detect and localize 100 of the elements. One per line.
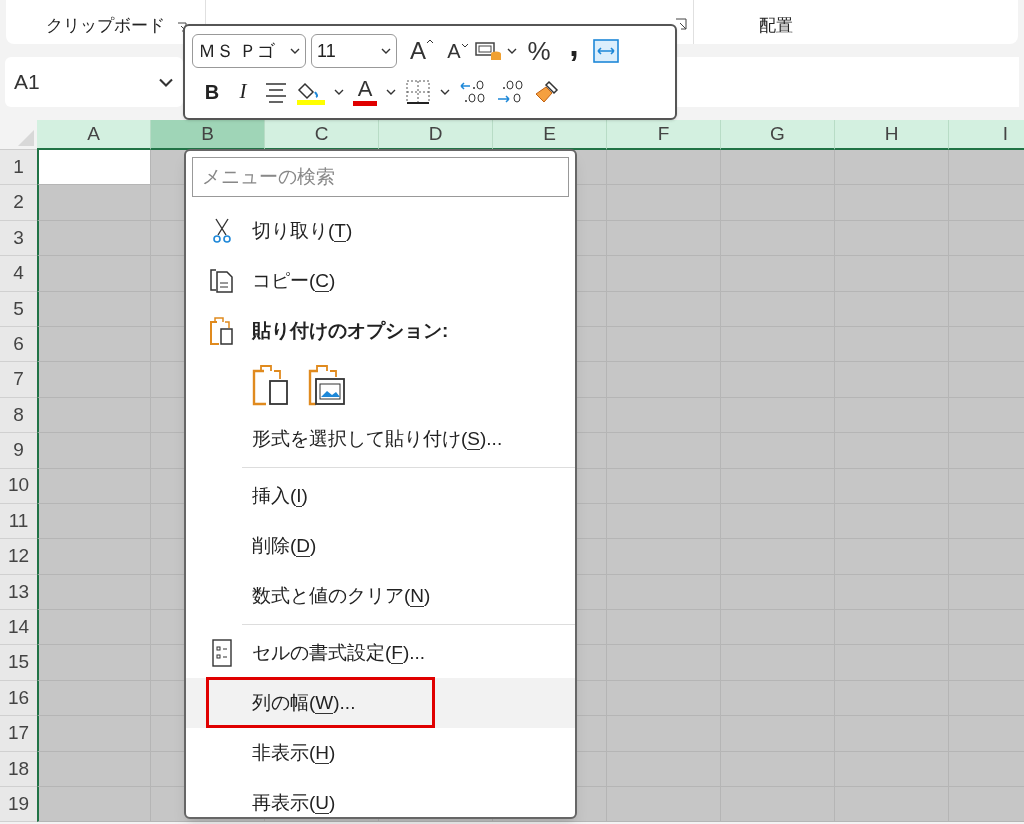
cell[interactable]	[37, 468, 151, 504]
cell[interactable]	[37, 326, 151, 363]
menu-item-label: 挿入(I)	[252, 483, 308, 509]
row-header[interactable]: 2	[0, 185, 37, 221]
row-header[interactable]: 14	[0, 610, 37, 646]
caret-down-icon	[461, 43, 469, 48]
paste-picture-icon[interactable]	[308, 364, 346, 406]
row-header[interactable]: 16	[0, 680, 37, 717]
menu-item-label: 数式と値のクリア(N)	[252, 583, 431, 609]
row-header[interactable]: 11	[0, 503, 37, 540]
cell[interactable]	[37, 574, 151, 611]
cell[interactable]	[37, 256, 151, 292]
row-header[interactable]: 6	[0, 326, 37, 363]
column-header[interactable]: I	[949, 120, 1024, 150]
chevron-icon	[158, 77, 174, 87]
cell[interactable]	[835, 150, 949, 186]
column-header[interactable]: F	[607, 120, 721, 150]
bold-button[interactable]: B	[202, 77, 222, 107]
dialog-launcher-icon[interactable]	[675, 18, 687, 30]
menu-item[interactable]: 切り取り(T)	[186, 206, 575, 256]
cell[interactable]	[37, 645, 151, 681]
cell[interactable]	[37, 787, 151, 823]
menu-item-label: 列の幅(W)...	[252, 690, 356, 716]
select-all-corner[interactable]	[0, 120, 37, 150]
menu-item-label: 非表示(H)	[252, 740, 336, 766]
menu-item[interactable]: 再表示(U)	[186, 778, 575, 824]
row-header[interactable]: 7	[0, 362, 37, 398]
column-header[interactable]: G	[721, 120, 835, 150]
cell[interactable]	[721, 150, 835, 186]
column-header[interactable]: B	[151, 120, 265, 150]
cell[interactable]	[37, 716, 151, 752]
row-header[interactable]: 5	[0, 291, 37, 327]
row-header[interactable]: 17	[0, 716, 37, 752]
decrease-font-button[interactable]: A	[439, 41, 469, 61]
increase-decimal-icon[interactable]	[496, 78, 524, 106]
column-header[interactable]: D	[379, 120, 493, 150]
cell[interactable]	[607, 150, 721, 186]
paste-icon[interactable]	[252, 364, 290, 406]
chevron-icon	[440, 89, 450, 95]
cell[interactable]	[37, 680, 151, 717]
menu-item[interactable]: 列の幅(W)...	[186, 678, 575, 728]
cell[interactable]	[37, 751, 151, 788]
cell[interactable]	[37, 362, 151, 398]
row-header[interactable]: 19	[0, 787, 37, 823]
menu-item-label: 形式を選択して貼り付け(S)...	[252, 426, 503, 452]
chevron-icon	[381, 48, 391, 54]
column-header[interactable]: A	[37, 120, 151, 150]
caret-up-icon	[426, 39, 434, 44]
font-size-dropdown[interactable]: 11	[311, 34, 397, 68]
row-header[interactable]: 3	[0, 220, 37, 257]
menu-item-label: セルの書式設定(F)...	[252, 640, 426, 666]
format-cells-icon	[212, 639, 232, 667]
cell[interactable]	[37, 185, 151, 221]
menu-item[interactable]: セルの書式設定(F)...	[186, 628, 575, 678]
cell[interactable]	[607, 787, 721, 823]
cell[interactable]	[37, 397, 151, 434]
borders-icon[interactable]	[405, 79, 431, 105]
italic-button[interactable]: I	[231, 76, 255, 108]
column-header[interactable]: E	[493, 120, 607, 150]
align-center-icon[interactable]	[264, 81, 288, 103]
cell[interactable]	[37, 539, 151, 575]
cell[interactable]	[37, 503, 151, 540]
decrease-decimal-icon[interactable]	[459, 78, 487, 106]
menu-item-label: 切り取り(T)	[252, 218, 353, 244]
row-header[interactable]: 10	[0, 468, 37, 504]
menu-item[interactable]: 削除(D)	[186, 521, 575, 571]
clipboard-icon	[209, 316, 235, 346]
menu-search-field[interactable]: メニューの検索	[192, 157, 569, 197]
cell[interactable]	[37, 220, 151, 257]
row-header[interactable]: 13	[0, 574, 37, 611]
menu-item[interactable]: 挿入(I)	[186, 471, 575, 521]
font-name-dropdown[interactable]: ＭＳ Ｐゴ	[192, 34, 306, 68]
row-header[interactable]: 1	[0, 150, 37, 186]
menu-item[interactable]: 非表示(H)	[186, 728, 575, 778]
row-header[interactable]: 12	[0, 539, 37, 575]
menu-item[interactable]: 数式と値のクリア(N)	[186, 571, 575, 621]
row-header[interactable]: 8	[0, 397, 37, 434]
cell[interactable]	[37, 433, 151, 469]
copy-icon	[209, 267, 235, 295]
column-header[interactable]: C	[265, 120, 379, 150]
comma-style-button[interactable]: ,	[561, 27, 587, 61]
row-header[interactable]: 15	[0, 645, 37, 681]
row-header[interactable]: 4	[0, 256, 37, 292]
menu-item[interactable]: コピー(C)	[186, 256, 575, 306]
cell[interactable]	[37, 150, 151, 186]
menu-item[interactable]: 形式を選択して貼り付け(S)...	[186, 414, 575, 464]
wrap-text-icon[interactable]	[592, 38, 620, 64]
cell[interactable]	[37, 291, 151, 327]
cell[interactable]	[721, 787, 835, 823]
ribbon-group-label: 配置	[759, 14, 793, 37]
column-header[interactable]: H	[835, 120, 949, 150]
increase-font-button[interactable]: A	[402, 39, 434, 63]
font-size: 11	[317, 39, 336, 63]
row-header[interactable]: 9	[0, 433, 37, 469]
row-header[interactable]: 18	[0, 751, 37, 788]
name-box[interactable]: A1	[5, 57, 183, 107]
cell[interactable]	[37, 610, 151, 646]
cell-style-icon[interactable]	[474, 39, 502, 63]
cell[interactable]	[835, 787, 949, 823]
percent-style-button[interactable]: %	[522, 38, 556, 64]
